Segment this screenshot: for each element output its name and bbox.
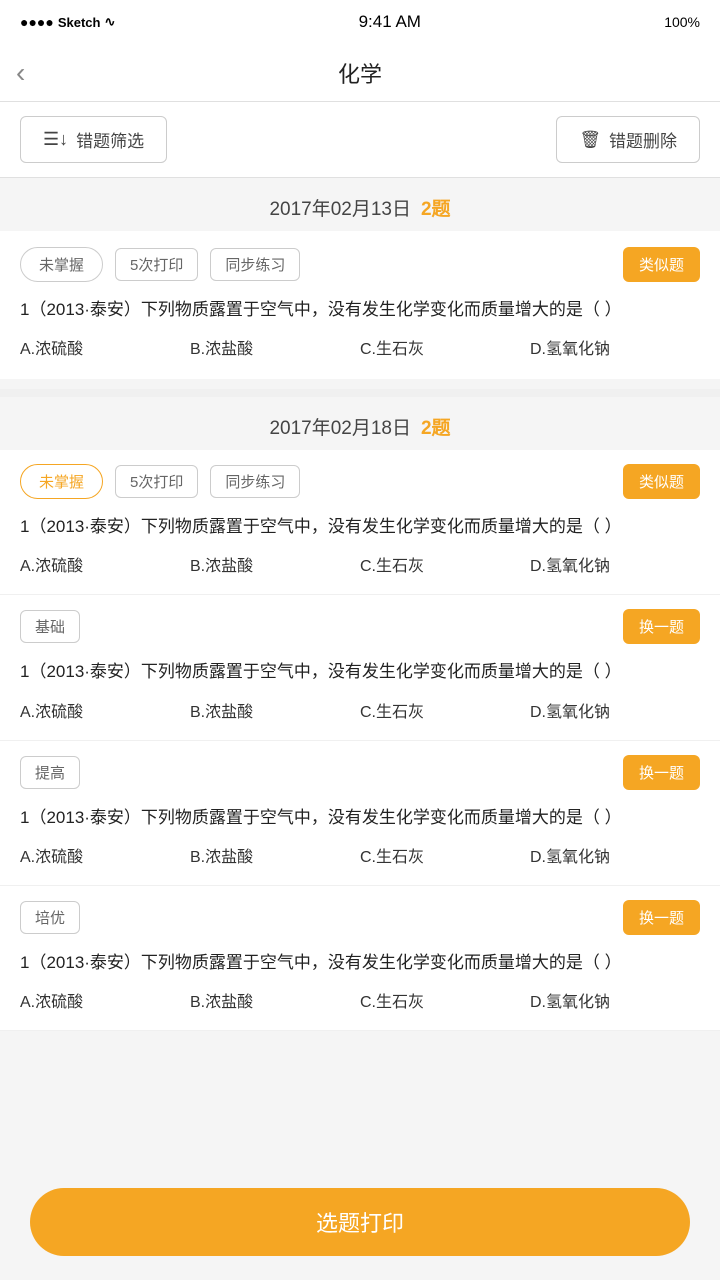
option-C-1-1: C.生石灰 <box>360 698 530 722</box>
option-C-1-0: C.生石灰 <box>360 552 530 576</box>
date-count-0: 2题 <box>421 194 451 221</box>
wifi-icon: ∿ <box>104 14 115 30</box>
page-title: 化学 <box>338 57 382 89</box>
question-card-1-0: 未掌握 5次打印 同步练习 类似题 1（2013·泰安）下列物质露置于空气中，没… <box>0 450 720 595</box>
options-row-1-1: A.浓硫酸 B.浓盐酸 C.生石灰 D.氢氧化钠 <box>20 698 700 722</box>
tag-基础-1-1[interactable]: 基础 <box>20 610 80 643</box>
delete-button[interactable]: 🗑 错题删除 <box>556 116 700 163</box>
tag-未掌握-1-0[interactable]: 未掌握 <box>20 464 103 499</box>
tag-提高-1-2[interactable]: 提高 <box>20 756 80 789</box>
back-button[interactable]: ‹ <box>16 57 25 89</box>
tag-同步-1-0[interactable]: 同步练习 <box>210 465 300 498</box>
wifi-label: Sketch <box>58 15 101 30</box>
question-text-1-0: 1（2013·泰安）下列物质露置于空气中，没有发生化学变化而质量增大的是（ ） <box>20 513 700 540</box>
option-B-1-2: B.浓盐酸 <box>190 843 360 867</box>
nav-bar: ‹ 化学 <box>0 44 720 102</box>
tag-打印-0-0[interactable]: 5次打印 <box>115 248 198 281</box>
tag-row-1-1: 基础 换一题 <box>20 609 700 644</box>
options-row-0-0: A.浓硫酸 B.浓盐酸 C.生石灰 D.氢氧化钠 <box>20 335 700 359</box>
date-section-1: 2017年02月18日 2题 未掌握 5次打印 同步练习 类似题 1（2013·… <box>0 397 720 1031</box>
tag-打印-1-0[interactable]: 5次打印 <box>115 465 198 498</box>
question-card-0-0: 未掌握 5次打印 同步练习 类似题 1（2013·泰安）下列物质露置于空气中，没… <box>0 231 720 379</box>
option-B-1-1: B.浓盐酸 <box>190 698 360 722</box>
status-signal: ●●●● Sketch ∿ <box>20 14 115 30</box>
question-card-1-1: 基础 换一题 1（2013·泰安）下列物质露置于空气中，没有发生化学变化而质量增… <box>0 595 720 740</box>
change-button-1-1[interactable]: 换一题 <box>623 609 700 644</box>
bottom-bar: 选题打印 <box>0 1174 720 1280</box>
date-section-0: 2017年02月13日 2题 未掌握 5次打印 同步练习 类似题 1（2013·… <box>0 178 720 379</box>
options-row-1-2: A.浓硫酸 B.浓盐酸 C.生石灰 D.氢氧化钠 <box>20 843 700 867</box>
change-button-1-2[interactable]: 换一题 <box>623 755 700 790</box>
change-button-1-3[interactable]: 换一题 <box>623 900 700 935</box>
delete-label: 错题删除 <box>609 127 677 152</box>
filter-icon: ☰↓ <box>43 129 68 150</box>
date-header-0: 2017年02月13日 2题 <box>0 178 720 231</box>
option-D-1-0: D.氢氧化钠 <box>530 552 700 576</box>
option-A-1-1: A.浓硫酸 <box>20 698 190 722</box>
date-text-0: 2017年02月13日 <box>269 194 411 221</box>
tag-同步-0-0[interactable]: 同步练习 <box>210 248 300 281</box>
status-time: 9:41 AM <box>359 12 421 32</box>
option-A-0-0: A.浓硫酸 <box>20 335 190 359</box>
option-C-0-0: C.生石灰 <box>360 335 530 359</box>
date-header-1: 2017年02月18日 2题 <box>0 397 720 450</box>
signal-dots: ●●●● <box>20 14 54 30</box>
question-text-0-0: 1（2013·泰安）下列物质露置于空气中，没有发生化学变化而质量增大的是（ ） <box>20 296 700 323</box>
status-battery: 100% <box>664 14 700 30</box>
status-bar: ●●●● Sketch ∿ 9:41 AM 100% <box>0 0 720 44</box>
option-B-1-3: B.浓盐酸 <box>190 988 360 1012</box>
question-card-1-2: 提高 换一题 1（2013·泰安）下列物质露置于空气中，没有发生化学变化而质量增… <box>0 741 720 886</box>
option-C-1-2: C.生石灰 <box>360 843 530 867</box>
option-D-1-2: D.氢氧化钠 <box>530 843 700 867</box>
option-A-1-0: A.浓硫酸 <box>20 552 190 576</box>
option-D-1-3: D.氢氧化钠 <box>530 988 700 1012</box>
date-text-1: 2017年02月18日 <box>269 413 411 440</box>
filter-label: 错题筛选 <box>76 127 144 152</box>
question-text-1-3: 1（2013·泰安）下列物质露置于空气中，没有发生化学变化而质量增大的是（ ） <box>20 949 700 976</box>
print-button[interactable]: 选题打印 <box>30 1188 690 1256</box>
delete-icon: 🗑 <box>579 130 601 150</box>
option-A-1-2: A.浓硫酸 <box>20 843 190 867</box>
option-B-0-0: B.浓盐酸 <box>190 335 360 359</box>
filter-button[interactable]: ☰↓ 错题筛选 <box>20 116 167 163</box>
tag-row-1-0: 未掌握 5次打印 同步练习 类似题 <box>20 464 700 499</box>
tag-row-0-0: 未掌握 5次打印 同步练习 类似题 <box>20 247 700 282</box>
similar-button-0-0[interactable]: 类似题 <box>623 247 700 282</box>
option-D-1-1: D.氢氧化钠 <box>530 698 700 722</box>
options-row-1-3: A.浓硫酸 B.浓盐酸 C.生石灰 D.氢氧化钠 <box>20 988 700 1012</box>
tag-培优-1-3[interactable]: 培优 <box>20 901 80 934</box>
similar-button-1-0[interactable]: 类似题 <box>623 464 700 499</box>
question-text-1-1: 1（2013·泰安）下列物质露置于空气中，没有发生化学变化而质量增大的是（ ） <box>20 658 700 685</box>
option-A-1-3: A.浓硫酸 <box>20 988 190 1012</box>
options-row-1-0: A.浓硫酸 B.浓盐酸 C.生石灰 D.氢氧化钠 <box>20 552 700 576</box>
option-B-1-0: B.浓盐酸 <box>190 552 360 576</box>
date-count-1: 2题 <box>421 413 451 440</box>
question-text-1-2: 1（2013·泰安）下列物质露置于空气中，没有发生化学变化而质量增大的是（ ） <box>20 804 700 831</box>
question-card-1-3: 培优 换一题 1（2013·泰安）下列物质露置于空气中，没有发生化学变化而质量增… <box>0 886 720 1031</box>
tag-row-1-2: 提高 换一题 <box>20 755 700 790</box>
tag-row-1-3: 培优 换一题 <box>20 900 700 935</box>
tag-未掌握-0-0[interactable]: 未掌握 <box>20 247 103 282</box>
option-C-1-3: C.生石灰 <box>360 988 530 1012</box>
section-divider-0 <box>0 389 720 397</box>
toolbar: ☰↓ 错题筛选 🗑 错题删除 <box>0 102 720 178</box>
option-D-0-0: D.氢氧化钠 <box>530 335 700 359</box>
content-area: 2017年02月13日 2题 未掌握 5次打印 同步练习 类似题 1（2013·… <box>0 178 720 1131</box>
